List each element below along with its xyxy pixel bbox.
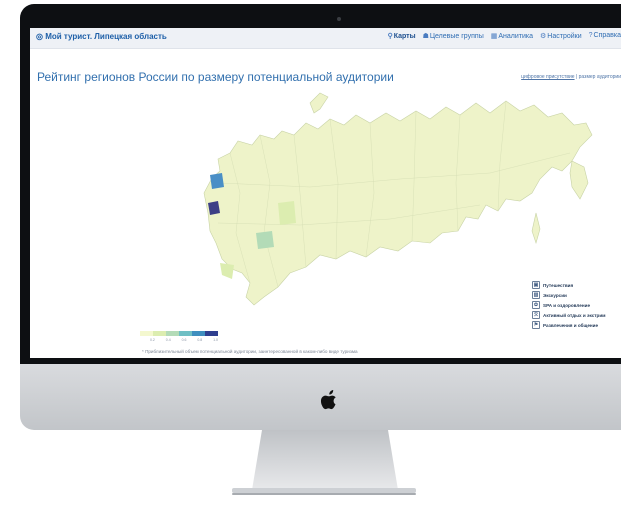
region-moscow[interactable]	[208, 201, 220, 215]
novaya-zemlya[interactable]	[309, 92, 329, 114]
color-scale-swatch	[153, 331, 166, 336]
lotus-icon: ✿	[532, 301, 540, 309]
nav-item-analytics[interactable]: ▦Аналитика	[491, 32, 533, 40]
building-icon: ▥	[532, 291, 540, 299]
region-tatarstan[interactable]	[256, 231, 274, 249]
legend-item-excursions[interactable]: ▥ Экскурсии	[532, 290, 621, 300]
runner-icon: ℛ	[532, 311, 540, 319]
app-screen: ◎ Мой турист. Липецкая область ⚲Карты ☗Ц…	[30, 28, 621, 358]
top-navbar: ◎ Мой турист. Липецкая область ⚲Карты ☗Ц…	[30, 28, 621, 49]
flag-icon: ⚑	[532, 321, 540, 329]
nav-item-maps[interactable]: ⚲Карты	[388, 32, 416, 40]
kamchatka[interactable]	[569, 160, 589, 200]
apple-logo-icon	[320, 390, 336, 410]
color-scale: 0.2 0.4 0.6 0.8 1.0	[140, 331, 218, 342]
scale-tick: 0.2	[150, 338, 155, 342]
map-pin-icon: ⚲	[387, 33, 393, 40]
color-scale-ticks: 0.2 0.4 0.6 0.8 1.0	[140, 338, 218, 342]
toggle-audience-size[interactable]: размер аудитории	[579, 74, 621, 80]
scale-tick: 0.6	[181, 338, 187, 342]
footnote: * Приблизительный объем потенциальной ау…	[142, 349, 358, 354]
toggle-digital-presence[interactable]: цифровое присутствие	[521, 74, 574, 80]
globe-icon: ◎	[36, 32, 43, 41]
scale-tick: 0.8	[197, 338, 203, 342]
page-title: Рейтинг регионов России по размеру потен…	[37, 70, 394, 84]
people-icon: ☗	[422, 33, 429, 40]
toggle-separator: |	[575, 74, 578, 80]
region-ural[interactable]	[278, 201, 296, 225]
color-scale-bar	[140, 331, 218, 336]
camera-dot	[337, 17, 341, 21]
legend-item-spa[interactable]: ✿ SPA и оздоровление	[532, 300, 621, 310]
brand[interactable]: ◎ Мой турист. Липецкая область	[36, 32, 167, 41]
nav-item-target-groups[interactable]: ☗Целевые группы	[423, 32, 484, 40]
color-scale-swatch	[166, 331, 179, 336]
chart-icon: ▦	[490, 33, 498, 40]
brand-label: Мой турист. Липецкая область	[45, 32, 167, 41]
luggage-icon: ▣	[532, 281, 540, 289]
gears-icon: ⚙	[540, 33, 547, 40]
color-scale-swatch	[205, 331, 218, 336]
nav-item-settings[interactable]: ⚙Настройки	[540, 32, 582, 40]
legend-item-entertainment[interactable]: ⚑ Развлечения и общение	[532, 320, 621, 330]
scale-tick: 0.4	[165, 338, 171, 342]
russia-outline[interactable]	[203, 100, 593, 306]
legend-item-active[interactable]: ℛ Активный отдых и экстрим	[532, 310, 621, 320]
region-south[interactable]	[220, 263, 234, 279]
color-scale-swatch	[192, 331, 205, 336]
color-scale-swatch	[140, 331, 153, 336]
main-nav: ⚲Карты ☗Целевые группы ▦Аналитика ⚙Настр…	[388, 32, 621, 40]
view-toggle: цифровое присутствие | размер аудитории	[521, 74, 621, 80]
region-karelia[interactable]	[210, 173, 224, 189]
legend-item-travel[interactable]: ▣ Путешествия	[532, 280, 621, 290]
question-icon: ?	[588, 32, 593, 39]
scale-tick: 1.0	[213, 338, 218, 342]
color-scale-swatch	[179, 331, 192, 336]
tourism-type-legend: ▣ Путешествия ▥ Экскурсии ✿ SPA и оздоровле…	[532, 280, 621, 330]
nav-item-help[interactable]: ?Справка	[589, 32, 621, 40]
sakhalin[interactable]	[531, 212, 541, 245]
